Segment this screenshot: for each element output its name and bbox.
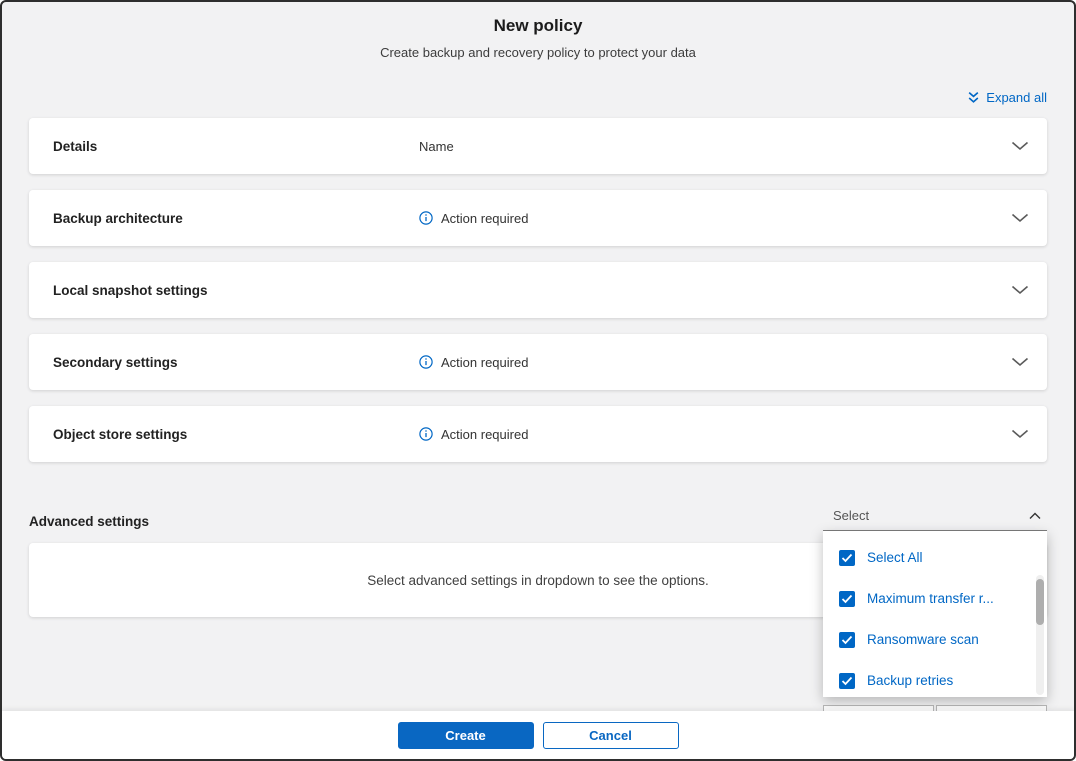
page-title: New policy xyxy=(493,16,583,35)
double-chevron-down-icon xyxy=(967,91,980,104)
section-details-status: Name xyxy=(419,138,454,154)
section-backup-architecture-title: Backup architecture xyxy=(53,210,183,226)
expand-all-row: Expand all xyxy=(29,90,1047,105)
dropdown-option-backup-retries[interactable]: Backup retries xyxy=(823,660,1047,701)
dropdown-scrollbar-thumb[interactable] xyxy=(1036,579,1044,625)
chevron-down-icon[interactable] xyxy=(1011,429,1029,439)
create-button[interactable]: Create xyxy=(397,721,534,749)
chevron-down-icon[interactable] xyxy=(1011,141,1029,151)
chevron-down-icon[interactable] xyxy=(1011,357,1029,367)
section-object-store-status: Action required xyxy=(441,426,529,442)
section-backup-architecture-status: Action required xyxy=(441,210,529,226)
checkbox-checked-icon[interactable] xyxy=(839,631,855,648)
dropdown-option-maximum-transfer-rate[interactable]: Maximum transfer r... xyxy=(823,578,1047,619)
advanced-settings-dropdown: Select All Maximum transfer r... Ransomw… xyxy=(823,531,1047,697)
page-subtitle: Create backup and recovery policy to pro… xyxy=(380,45,696,60)
new-policy-dialog: New policy Create backup and recovery po… xyxy=(0,0,1076,761)
dropdown-scrollbar[interactable] xyxy=(1036,575,1044,695)
advanced-settings-row: Advanced settings Select xyxy=(29,508,1047,531)
section-local-snapshot-title: Local snapshot settings xyxy=(53,282,208,298)
info-icon xyxy=(419,427,433,441)
advanced-settings-placeholder: Select advanced settings in dropdown to … xyxy=(367,572,709,588)
section-object-store-title: Object store settings xyxy=(53,426,188,442)
dropdown-option-label: Backup retries xyxy=(867,673,954,688)
checkbox-checked-icon[interactable] xyxy=(839,672,855,689)
chevron-down-icon[interactable] xyxy=(1011,285,1029,295)
section-secondary-settings-status: Action required xyxy=(441,354,529,370)
select-value: Select xyxy=(833,508,870,523)
chevron-up-icon xyxy=(1029,512,1041,520)
dropdown-option-label: Select All xyxy=(867,550,923,565)
checkbox-checked-icon[interactable] xyxy=(839,590,855,607)
expand-all-button[interactable]: Expand all xyxy=(967,90,1047,105)
section-details[interactable]: Details Name xyxy=(29,118,1047,174)
cancel-button[interactable]: Cancel xyxy=(542,721,679,749)
expand-all-label: Expand all xyxy=(986,90,1047,105)
section-details-title: Details xyxy=(53,138,98,154)
section-local-snapshot-settings[interactable]: Local snapshot settings xyxy=(29,262,1047,318)
advanced-settings-select[interactable]: Select xyxy=(823,508,1047,531)
info-icon xyxy=(419,211,433,225)
info-icon xyxy=(419,355,433,369)
section-secondary-settings[interactable]: Secondary settings Action required xyxy=(29,334,1047,390)
dropdown-option-label: Ransomware scan xyxy=(867,632,979,647)
section-object-store-settings[interactable]: Object store settings Action required xyxy=(29,406,1047,462)
section-secondary-settings-title: Secondary settings xyxy=(53,354,178,370)
dialog-footer: Create Cancel xyxy=(2,711,1074,759)
dropdown-option-select-all[interactable]: Select All xyxy=(823,537,1047,578)
advanced-settings-title: Advanced settings xyxy=(29,514,150,529)
dropdown-option-label: Maximum transfer r... xyxy=(867,591,994,606)
dropdown-option-ransomware-scan[interactable]: Ransomware scan xyxy=(823,619,1047,660)
checkbox-checked-icon[interactable] xyxy=(839,549,855,566)
section-backup-architecture[interactable]: Backup architecture Action required xyxy=(29,190,1047,246)
chevron-down-icon[interactable] xyxy=(1011,213,1029,223)
